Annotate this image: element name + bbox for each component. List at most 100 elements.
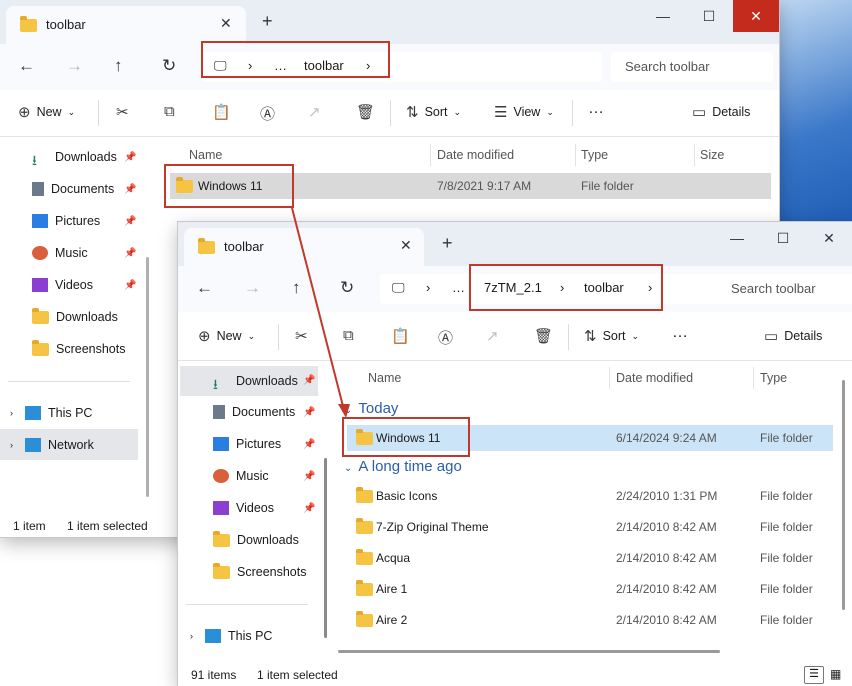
up-arrow-icon[interactable]: ↑	[292, 278, 301, 298]
forward-arrow-icon[interactable]: →	[66, 56, 83, 76]
column-date-modified[interactable]: Date modified	[616, 371, 693, 385]
more-options-button[interactable]: …	[672, 324, 688, 342]
delete-icon[interactable]: 🗑	[534, 327, 553, 345]
table-row[interactable]: Basic Icons 2/24/2010 1:31 PM File folde…	[347, 483, 833, 509]
sidebar-item-this-pc[interactable]: › This PC	[190, 622, 272, 650]
sidebar-item-pictures[interactable]: Pictures	[32, 207, 100, 235]
new-tab-icon[interactable]: +	[262, 11, 273, 32]
refresh-icon[interactable]: ↻	[340, 278, 354, 298]
table-row[interactable]: Windows 11 6/14/2024 9:24 AM File folder	[347, 425, 833, 451]
paste-icon[interactable]: 📋	[212, 103, 231, 121]
horizontal-scrollbar[interactable]	[338, 650, 720, 653]
delete-icon[interactable]: 🗑	[356, 103, 375, 121]
pictures-icon	[32, 214, 48, 228]
refresh-icon[interactable]: ↻	[162, 56, 176, 76]
pin-icon[interactable]: 📌	[124, 184, 136, 195]
new-button[interactable]: ⊕ New ⌄	[198, 327, 255, 345]
group-header-long-ago[interactable]: ⌄ A long time ago	[344, 458, 462, 475]
sidebar-item-downloads-folder[interactable]: Downloads	[32, 303, 118, 331]
sidebar-item-pictures[interactable]: Pictures	[213, 430, 281, 458]
maximize-button[interactable]: ☐	[686, 0, 732, 32]
sidebar-item-videos[interactable]: Videos	[32, 271, 93, 299]
tab-toolbar[interactable]: toolbar ✕	[6, 6, 246, 44]
search-box[interactable]: Search toolbar	[611, 52, 773, 82]
details-button[interactable]: ▭ Details	[692, 103, 750, 121]
sidebar-scrollbar[interactable]	[324, 458, 327, 638]
new-tab-icon[interactable]: +	[442, 233, 453, 254]
content-scrollbar[interactable]	[842, 380, 845, 610]
minimize-button[interactable]: —	[714, 222, 760, 254]
share-icon[interactable]: ↗	[486, 327, 499, 345]
address-bar[interactable]: 🖵 › … toolbar ›	[202, 52, 602, 82]
pin-icon[interactable]: 📌	[303, 407, 315, 418]
forward-arrow-icon[interactable]: →	[244, 278, 261, 298]
sidebar-item-music[interactable]: Music	[32, 239, 88, 267]
sidebar-item-downloads[interactable]: ⭳ Downloads	[32, 143, 117, 171]
tab-toolbar[interactable]: toolbar ✕	[184, 228, 424, 266]
tab-close-icon[interactable]: ✕	[400, 237, 412, 254]
column-date-modified[interactable]: Date modified	[437, 148, 514, 162]
maximize-button[interactable]: ☐	[760, 222, 806, 254]
sidebar-item-this-pc[interactable]: › This PC	[10, 399, 92, 427]
close-button[interactable]: ✕	[806, 222, 852, 254]
details-button[interactable]: ▭ Details	[764, 327, 822, 345]
pin-icon[interactable]: 📌	[303, 471, 315, 482]
sidebar-item-network[interactable]: › Network	[0, 429, 138, 460]
sidebar-item-music[interactable]: Music	[213, 462, 269, 490]
column-size[interactable]: Size	[700, 148, 724, 162]
close-button[interactable]: ✕	[733, 0, 779, 32]
breadcrumb-7ztm[interactable]: 7zTM_2.1	[484, 280, 542, 295]
rename-icon[interactable]: Ⓐ	[438, 327, 453, 348]
table-row[interactable]: Aire 2 2/14/2010 8:42 AM File folder	[347, 607, 833, 633]
pin-icon[interactable]: 📌	[303, 439, 315, 450]
new-button[interactable]: ⊕ New ⌄	[18, 103, 75, 121]
sort-button[interactable]: ⇅ Sort ⌄	[584, 327, 639, 345]
table-row[interactable]: Aire 1 2/14/2010 8:42 AM File folder	[347, 576, 833, 602]
breadcrumb-overflow[interactable]: …	[274, 58, 287, 73]
sidebar-scrollbar[interactable]	[146, 257, 149, 497]
sidebar-item-screenshots[interactable]: Screenshots	[213, 558, 306, 586]
up-arrow-icon[interactable]: ↑	[114, 56, 123, 76]
back-arrow-icon[interactable]: ←	[196, 278, 213, 298]
rename-icon[interactable]: Ⓐ	[260, 103, 275, 124]
sidebar-item-documents[interactable]: Documents	[32, 175, 114, 203]
pin-icon[interactable]: 📌	[124, 280, 136, 291]
copy-icon[interactable]: ⧉	[164, 103, 175, 120]
pin-icon[interactable]: 📌	[124, 152, 136, 163]
sort-button[interactable]: ⇅ Sort ⌄	[406, 103, 461, 121]
table-row[interactable]: Acqua 2/14/2010 8:42 AM File folder	[347, 545, 833, 571]
group-header-today[interactable]: ⌄ Today	[344, 400, 398, 417]
pin-icon[interactable]: 📌	[303, 503, 315, 514]
tab-close-icon[interactable]: ✕	[220, 15, 232, 32]
sidebar-item-screenshots[interactable]: Screenshots	[32, 335, 125, 363]
pin-icon[interactable]: 📌	[124, 248, 136, 259]
more-options-button[interactable]: …	[588, 100, 604, 118]
sidebar-item-downloads[interactable]: ⭳ Downloads	[180, 366, 318, 396]
table-row[interactable]: Windows 11 7/8/2021 9:17 AM File folder	[170, 173, 771, 199]
table-row[interactable]: 7-Zip Original Theme 2/14/2010 8:42 AM F…	[347, 514, 833, 540]
sidebar-item-documents[interactable]: Documents	[213, 398, 295, 426]
share-icon[interactable]: ↗	[308, 103, 321, 121]
tiles-view-icon[interactable]: ▦	[830, 667, 841, 681]
minimize-button[interactable]: —	[640, 0, 686, 32]
back-arrow-icon[interactable]: ←	[18, 56, 35, 76]
pin-icon[interactable]: 📌	[303, 375, 315, 386]
pin-icon[interactable]: 📌	[124, 216, 136, 227]
cut-icon[interactable]: ✂	[295, 327, 308, 345]
column-type[interactable]: Type	[581, 148, 608, 162]
breadcrumb-overflow[interactable]: …	[452, 280, 465, 295]
sidebar-item-videos[interactable]: Videos	[213, 494, 274, 522]
copy-icon[interactable]: ⧉	[343, 327, 354, 344]
search-box[interactable]: Search toolbar	[717, 274, 847, 304]
paste-icon[interactable]: 📋	[391, 327, 410, 345]
column-name[interactable]: Name	[368, 371, 401, 385]
breadcrumb-toolbar[interactable]: toolbar	[304, 58, 344, 73]
view-button[interactable]: ☰ View ⌄	[494, 103, 554, 121]
column-type[interactable]: Type	[760, 371, 787, 385]
breadcrumb-toolbar[interactable]: toolbar	[584, 280, 624, 295]
sidebar-item-downloads-folder[interactable]: Downloads	[213, 526, 299, 554]
cut-icon[interactable]: ✂	[116, 103, 129, 121]
column-name[interactable]: Name	[189, 148, 222, 162]
selection-count: 1 item selected	[257, 668, 338, 682]
details-view-icon[interactable]: ☰	[804, 666, 824, 684]
